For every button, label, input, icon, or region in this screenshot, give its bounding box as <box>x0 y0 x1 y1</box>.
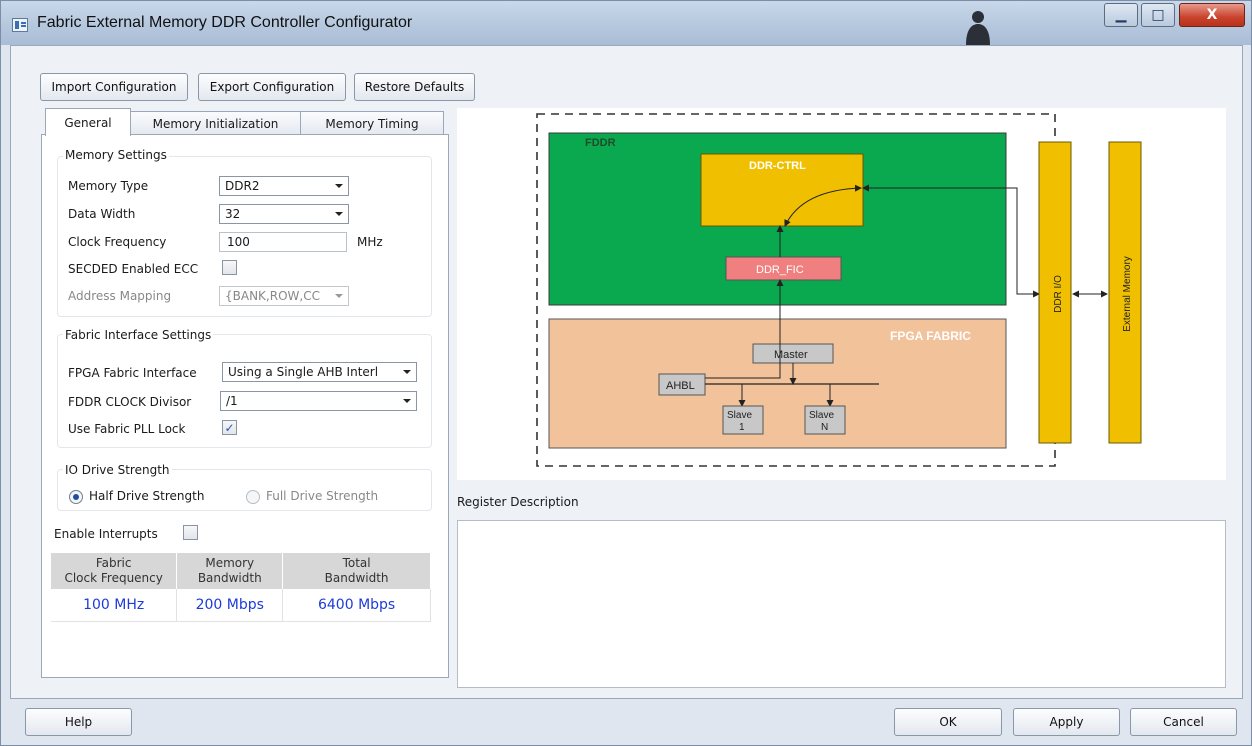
half-drive-strength-label[interactable]: Half Drive Strength <box>89 489 204 503</box>
header-line: Memory <box>205 556 255 570</box>
memory-bandwidth-value: 200 Mbps <box>176 589 284 622</box>
export-configuration-button[interactable]: Export Configuration <box>198 73 346 101</box>
fddr-clock-divisor-label: FDDR CLOCK Divisor <box>68 395 192 409</box>
memory-type-label: Memory Type <box>68 179 149 193</box>
enable-interrupts-checkbox[interactable] <box>183 525 198 540</box>
fabric-clock-frequency-header: Fabric Clock Frequency <box>51 553 178 589</box>
full-drive-strength-label[interactable]: Full Drive Strength <box>266 489 378 503</box>
tab-memory-initialization[interactable]: Memory Initialization <box>130 111 301 135</box>
configurator-window: Fabric External Memory DDR Controller Co… <box>0 0 1252 746</box>
slave-1-label: Slave <box>727 410 752 421</box>
register-description-box <box>457 520 1226 688</box>
secded-ecc-checkbox[interactable] <box>222 260 237 275</box>
total-bandwidth-value: 6400 Mbps <box>282 589 431 622</box>
table-row: 100 MHz 200 Mbps 6400 Mbps <box>51 589 431 622</box>
fpga-fabric-interface-value: Using a Single AHB Interl <box>228 365 379 379</box>
minimize-icon: ▁ <box>1115 7 1127 23</box>
header-line: Total <box>342 556 371 570</box>
fddr-clock-divisor-value: /1 <box>226 394 238 408</box>
fpga-fabric-interface-select[interactable]: Using a Single AHB Interl <box>222 362 417 382</box>
chevron-down-icon <box>335 294 343 298</box>
register-description-title: Register Description <box>457 495 579 509</box>
header-line: Clock Frequency <box>64 571 163 585</box>
minimize-button[interactable]: ▁ <box>1104 3 1138 27</box>
clock-frequency-unit: MHz <box>357 235 383 249</box>
apply-button[interactable]: Apply <box>1013 708 1120 736</box>
header-line: Fabric <box>95 556 132 570</box>
title-bar[interactable]: Fabric External Memory DDR Controller Co… <box>1 1 1251 45</box>
bandwidth-table: Fabric Clock Frequency Memory Bandwidth To… <box>51 553 431 622</box>
chevron-down-icon <box>403 370 411 374</box>
use-fabric-pll-lock-label: Use Fabric PLL Lock <box>68 422 186 436</box>
total-bandwidth-header: Total Bandwidth <box>282 553 431 589</box>
ok-button[interactable]: OK <box>894 708 1002 736</box>
restore-defaults-button[interactable]: Restore Defaults <box>354 73 475 101</box>
fddr-clock-divisor-select[interactable]: /1 <box>220 391 417 411</box>
chevron-down-icon <box>335 212 343 216</box>
window-title: Fabric External Memory DDR Controller Co… <box>37 14 413 31</box>
use-fabric-pll-lock-checkbox[interactable]: ✓ <box>222 420 237 435</box>
header-line: Bandwidth <box>197 571 262 585</box>
secded-ecc-label: SECDED Enabled ECC <box>68 262 199 276</box>
memory-bandwidth-header: Memory Bandwidth <box>176 553 284 589</box>
maximize-button[interactable]: □ <box>1141 3 1175 27</box>
master-label: Master <box>774 349 808 361</box>
external-memory-label: External Memory <box>1122 256 1133 332</box>
fpga-fabric-label: FPGA FABRIC <box>890 329 971 343</box>
full-drive-strength-radio[interactable] <box>246 490 260 504</box>
enable-interrupts-label: Enable Interrupts <box>54 527 158 541</box>
fabric-interface-title: Fabric Interface Settings <box>63 328 214 342</box>
address-mapping-select: {BANK,ROW,CC <box>219 286 349 306</box>
checkmark-icon: ✓ <box>224 420 235 435</box>
io-drive-strength-title: IO Drive Strength <box>63 463 172 477</box>
memory-settings-title: Memory Settings <box>63 148 169 162</box>
data-width-value: 32 <box>225 207 241 221</box>
clock-frequency-input[interactable]: 100 <box>219 232 347 252</box>
address-mapping-value: {BANK,ROW,CC <box>225 289 320 303</box>
ddr-ctrl-label: DDR-CTRL <box>749 160 806 172</box>
cancel-button[interactable]: Cancel <box>1130 708 1237 736</box>
user-silhouette-icon <box>966 11 990 45</box>
slave-1-number: 1 <box>739 422 745 433</box>
fddr-label: FDDR <box>585 137 616 149</box>
import-configuration-button[interactable]: Import Configuration <box>40 73 188 101</box>
fabric-clock-frequency-value: 100 MHz <box>51 589 178 622</box>
ahbl-label: AHBL <box>666 380 695 392</box>
close-button[interactable]: X <box>1179 3 1245 27</box>
close-icon: X <box>1206 7 1218 23</box>
address-mapping-label: Address Mapping <box>68 289 172 303</box>
block-diagram-panel: FDDR DDR-CTRL DDR_FIC FPGA FABRIC Master… <box>457 108 1226 480</box>
ddr-fic-label: DDR_FIC <box>756 264 804 276</box>
slave-n-number: N <box>821 422 828 433</box>
header-line: Bandwidth <box>324 571 389 585</box>
clock-frequency-label: Clock Frequency <box>68 235 167 249</box>
app-icon <box>12 18 28 32</box>
chevron-down-icon <box>403 399 411 403</box>
ddr-io-label: DDR I/O <box>1053 275 1064 313</box>
help-button[interactable]: Help <box>25 708 132 736</box>
chevron-down-icon <box>335 184 343 188</box>
slave-n-label: Slave <box>809 410 834 421</box>
memory-type-value: DDR2 <box>225 179 260 193</box>
maximize-icon: □ <box>1151 7 1165 23</box>
tab-general[interactable]: General <box>45 108 131 136</box>
data-width-label: Data Width <box>68 207 136 221</box>
memory-type-select[interactable]: DDR2 <box>219 176 349 196</box>
data-width-select[interactable]: 32 <box>219 204 349 224</box>
tab-memory-timing[interactable]: Memory Timing <box>300 111 444 135</box>
half-drive-strength-radio[interactable] <box>69 490 83 504</box>
block-diagram: FDDR DDR-CTRL DDR_FIC FPGA FABRIC Master… <box>536 113 1142 467</box>
fpga-fabric-interface-label: FPGA Fabric Interface <box>68 366 197 380</box>
bandwidth-table-header: Fabric Clock Frequency Memory Bandwidth To… <box>51 553 431 589</box>
